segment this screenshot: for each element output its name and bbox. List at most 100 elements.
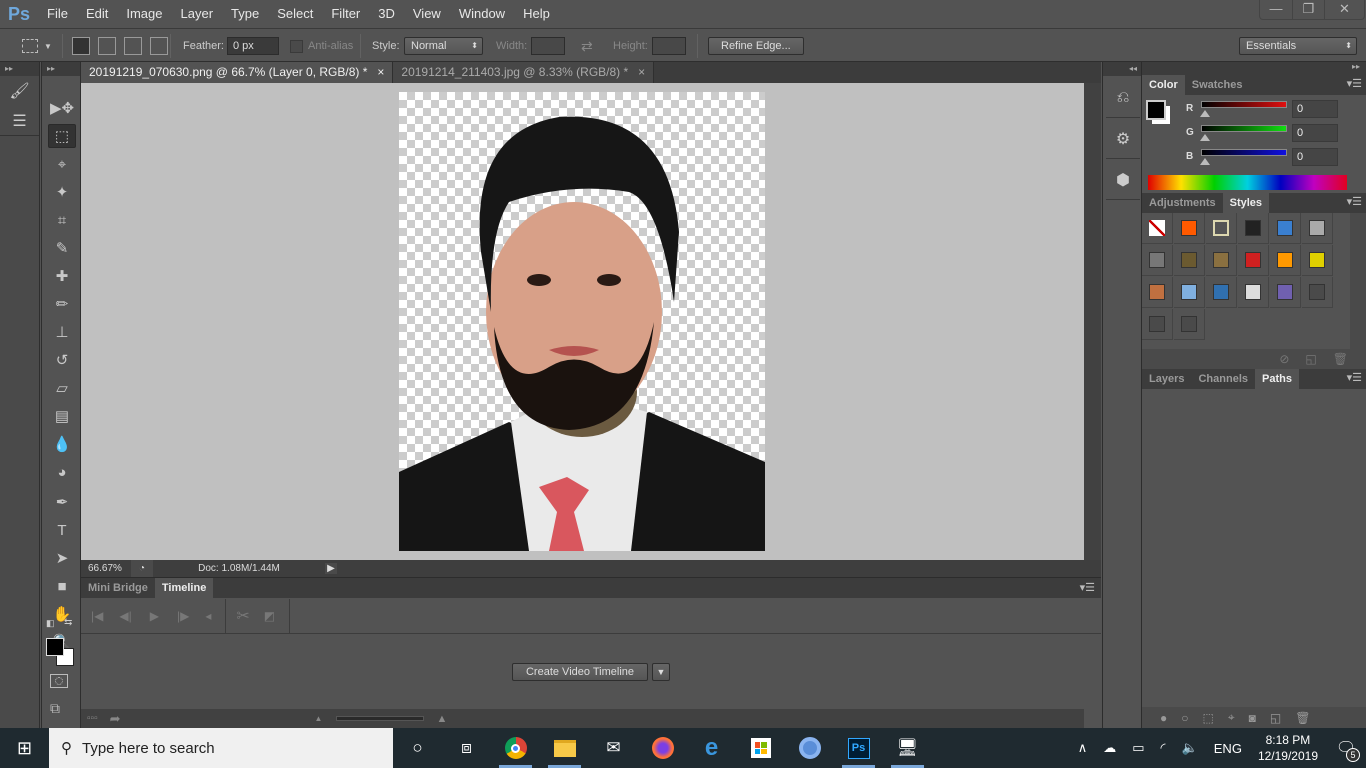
marquee-preset-picker[interactable]: ▼ [22,29,52,63]
history-brush-tool[interactable]: ↺ [48,348,76,372]
type-tool[interactable]: T [48,518,76,542]
action-center-icon[interactable]: 🗨 5 [1326,738,1366,762]
style-swatch[interactable] [1270,277,1301,308]
mail-icon[interactable]: ✉ [589,728,638,768]
refine-edge-button[interactable]: Refine Edge... [708,37,804,55]
feather-input[interactable]: 0 px [227,37,279,55]
foreground-color-swatch[interactable] [46,638,64,656]
rectangle-tool[interactable]: ■ [48,574,76,598]
menu-filter[interactable]: Filter [322,0,369,28]
styles-scrollbar[interactable] [1350,213,1366,349]
menu-edit[interactable]: Edit [77,0,117,28]
transition-icon[interactable]: ◩ [264,609,275,623]
volume-icon[interactable]: 🔈 [1174,740,1206,756]
blur-tool[interactable]: 💧 [48,432,76,456]
edge-icon[interactable]: e [687,728,736,768]
timeline-options-dropdown[interactable]: ▼ [652,663,670,681]
minimize-button[interactable]: — [1260,0,1292,20]
style-swatch[interactable] [1238,277,1269,308]
width-input[interactable] [531,37,565,55]
style-swatch[interactable] [1142,309,1173,340]
zoom-in-icon[interactable]: ▲ [436,713,447,725]
add-to-selection-icon[interactable] [98,37,116,55]
play-icon[interactable]: ▶ [150,609,159,623]
style-swatch[interactable] [1174,245,1205,276]
timeline-zoom-slider[interactable] [336,716,425,721]
panel-menu-icon[interactable]: ▾☰ [1347,77,1362,90]
zoom-out-icon[interactable]: ▲ [315,714,323,723]
color-spectrum-ramp[interactable] [1148,175,1347,190]
height-input[interactable] [652,37,686,55]
brush-presets-icon[interactable]: 🖌 [0,76,39,106]
expand-icon[interactable]: ▸▸ [1142,62,1366,75]
fill-path-icon[interactable]: ● [1160,711,1167,725]
style-swatch[interactable] [1270,213,1301,244]
frame-animation-icon[interactable]: ▫▫▫ [87,713,98,724]
style-swatch[interactable] [1142,277,1173,308]
green-value-input[interactable]: 0 [1292,124,1338,142]
screen-mode-icon[interactable]: ⧉ [50,700,60,717]
style-swatch[interactable] [1238,245,1269,276]
pen-tool[interactable]: ✒ [48,490,76,514]
style-swatch[interactable] [1174,309,1205,340]
style-swatch[interactable] [1206,213,1237,244]
tab-paths[interactable]: Paths [1255,369,1299,389]
new-path-icon[interactable]: ◱ [1270,711,1281,725]
style-swatch[interactable] [1302,245,1333,276]
eraser-tool[interactable]: ▱ [48,376,76,400]
expand-icon[interactable]: ▸▸ [0,62,39,76]
remote-desktop-icon[interactable]: 🖥 [883,728,932,768]
properties-panel-icon[interactable]: ⚙ [1106,119,1140,159]
style-swatch[interactable] [1142,245,1173,276]
add-mask-icon[interactable]: ◙ [1249,711,1256,725]
audio-icon[interactable]: ◂ [205,609,211,623]
panel-menu-icon[interactable]: ▾☰ [1347,195,1362,208]
style-swatch[interactable] [1174,213,1205,244]
quick-mask-icon[interactable] [50,674,68,688]
antialias-checkbox[interactable] [290,39,303,53]
scissors-icon[interactable]: ✂ [236,606,249,626]
onedrive-icon[interactable]: ☁ [1095,740,1124,756]
magic-wand-tool[interactable]: ✦ [48,180,76,204]
swap-icon[interactable]: ⇄ [581,29,593,63]
blue-value-input[interactable]: 0 [1292,148,1338,166]
new-selection-icon[interactable] [72,37,90,55]
taskbar-search-box[interactable]: ⚲ Type here to search [49,728,393,768]
foreground-color-swatch[interactable] [1146,100,1166,120]
red-slider[interactable] [1201,101,1287,108]
photoshop-taskbar-icon[interactable]: Ps [834,728,883,768]
menu-view[interactable]: View [404,0,450,28]
status-menu-arrow-icon[interactable]: ▶ [325,563,337,574]
lasso-tool[interactable]: ⌖ [48,152,76,176]
tab-document-2[interactable]: 20191214_211403.jpg @ 8.33% (RGB/8) * × [393,62,655,83]
first-frame-icon[interactable]: |◀ [91,609,103,623]
portrait-image[interactable] [399,92,765,551]
style-swatch[interactable] [1174,277,1205,308]
tab-document-1[interactable]: 20191219_070630.png @ 66.7% (Layer 0, RG… [81,62,394,83]
previous-frame-icon[interactable]: ◀| [119,609,131,623]
share-icon[interactable]: ◔ [131,560,153,577]
task-view-icon[interactable]: ⧈ [442,728,491,768]
style-swatch[interactable] [1142,213,1173,244]
clock[interactable]: 8:18 PM 12/19/2019 [1250,732,1326,764]
tab-timeline[interactable]: Timeline [154,578,214,598]
close-button[interactable]: ✕ [1324,0,1364,20]
battery-icon[interactable]: ▭ [1124,740,1152,756]
3d-panel-icon[interactable]: ⬢ [1106,160,1140,200]
style-swatch[interactable] [1270,245,1301,276]
style-swatch[interactable] [1206,245,1237,276]
file-explorer-icon[interactable] [540,728,589,768]
workspace-select[interactable]: Essentials ⬍ [1239,37,1357,55]
panel-menu-icon[interactable]: ▾☰ [1080,578,1101,598]
style-select[interactable]: Normal ⬍ [404,37,483,55]
chromium-icon[interactable] [785,728,834,768]
tab-layers[interactable]: Layers [1142,369,1191,389]
menu-3d[interactable]: 3D [369,0,404,28]
load-as-selection-icon[interactable]: ⬚ [1203,711,1214,725]
blue-slider-thumb[interactable] [1200,158,1210,165]
tab-styles[interactable]: Styles [1222,193,1270,213]
menu-window[interactable]: Window [450,0,514,28]
menu-type[interactable]: Type [222,0,268,28]
collapse-icon[interactable]: ◂◂ [1103,62,1141,76]
gradient-tool[interactable]: ▤ [48,404,76,428]
